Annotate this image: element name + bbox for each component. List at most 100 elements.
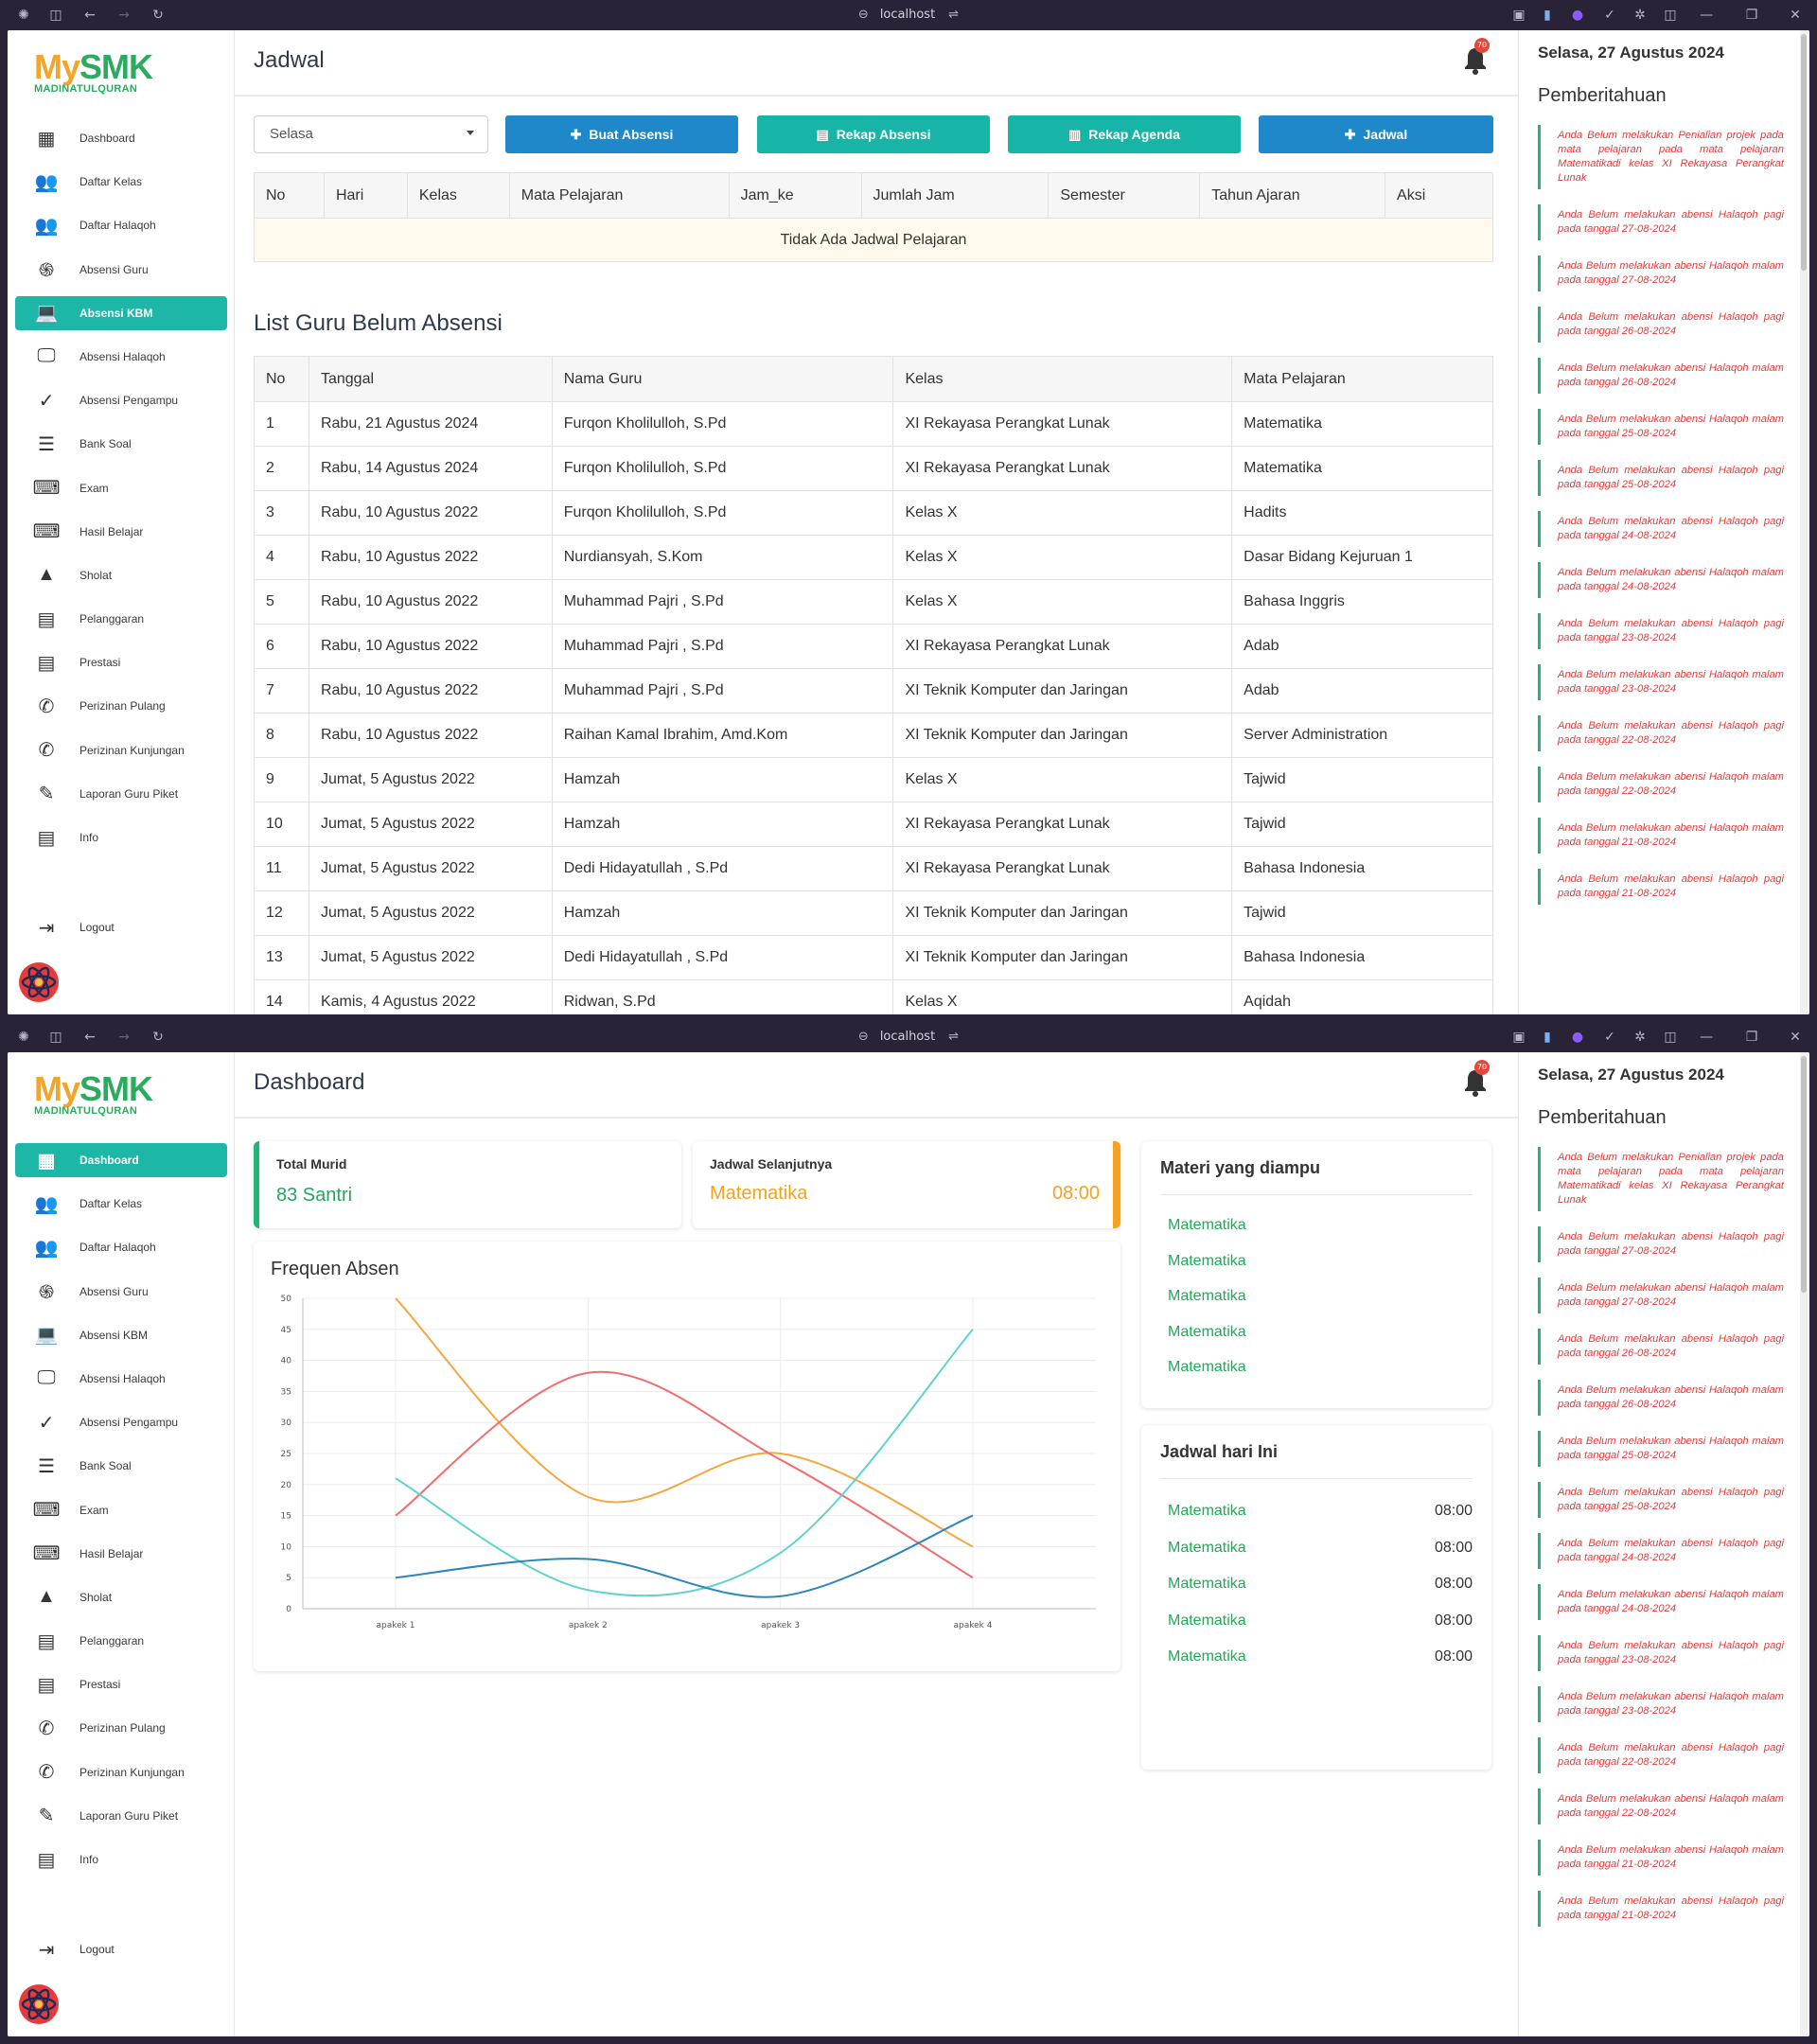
sidebar-item-dashboard[interactable]: ▦ Dashboard: [15, 121, 227, 155]
sidebar-item-exam[interactable]: ⌨ Exam: [15, 1493, 227, 1527]
materi-item[interactable]: Matematika: [1168, 1288, 1246, 1305]
app-logo[interactable]: MySMK MADINATULQURAN: [34, 1069, 153, 1117]
restore-icon[interactable]: ❐: [1743, 7, 1760, 24]
sidebar-item-hasil-belajar[interactable]: ⌨ Hasil Belajar: [15, 1537, 227, 1571]
sidebar-toggle-icon[interactable]: ◫: [47, 7, 64, 24]
notification-item[interactable]: Anda Belum melakukan abensi Halaqoh pagi…: [1538, 460, 1784, 496]
extension-icon[interactable]: ✲: [1632, 7, 1649, 24]
sidebar-item-absensi-halaqoh[interactable]: 🖵 Absensi Halaqoh: [15, 340, 227, 374]
sidebar-item-absensi-guru[interactable]: ֍ Absensi Guru: [15, 1275, 227, 1309]
restore-icon[interactable]: ❐: [1743, 1029, 1760, 1046]
minimize-icon[interactable]: —: [1698, 1029, 1715, 1046]
logout-button[interactable]: ⇥ Logout: [34, 1937, 115, 1962]
sidebar-item-pelanggaran[interactable]: ▤ Pelanggaran: [15, 1624, 227, 1658]
extension-icon[interactable]: ✓: [1601, 7, 1618, 24]
extension-icon[interactable]: ▣: [1510, 1029, 1527, 1046]
extension-icon[interactable]: ✲: [1632, 1029, 1649, 1046]
reload-icon[interactable]: ↻: [150, 7, 167, 24]
notification-item[interactable]: Anda Belum melakukan abensi Halaqoh mala…: [1538, 1584, 1784, 1620]
sidebar-item-sholat[interactable]: ▲ Sholat: [15, 558, 227, 592]
sidebar-item-laporan-guru-piket[interactable]: ✎ Laporan Guru Piket: [15, 1799, 227, 1833]
sidebar-item-perizinan-pulang[interactable]: ✆ Perizinan Pulang: [15, 1711, 227, 1745]
sidebar-item-perizinan-kunjungan[interactable]: ✆ Perizinan Kunjungan: [15, 733, 227, 767]
sidebar-item-pelanggaran[interactable]: ▤ Pelanggaran: [15, 602, 227, 636]
forward-icon[interactable]: →: [115, 7, 132, 24]
browser-menu-icon[interactable]: ✺: [15, 1029, 32, 1046]
notification-item[interactable]: Anda Belum melakukan abensi Halaqoh mala…: [1538, 409, 1784, 445]
notification-item[interactable]: Anda Belum melakukan abensi Halaqoh mala…: [1538, 1788, 1784, 1824]
sidebar-item-dashboard[interactable]: ▦ Dashboard: [15, 1143, 227, 1177]
split-view-icon[interactable]: ◫: [1662, 7, 1679, 24]
close-icon[interactable]: ✕: [1787, 7, 1804, 24]
sidebar-item-bank-soal[interactable]: ☰ Bank Soal: [15, 1449, 227, 1483]
extension-icon[interactable]: ▮: [1539, 1029, 1556, 1046]
sidebar-item-laporan-guru-piket[interactable]: ✎ Laporan Guru Piket: [15, 777, 227, 811]
sidebar-item-prestasi[interactable]: ▤ Prestasi: [15, 1667, 227, 1701]
reload-icon[interactable]: ↻: [150, 1029, 167, 1046]
browser-menu-icon[interactable]: ✺: [15, 7, 32, 24]
tune-icon[interactable]: ⇌: [948, 1028, 959, 1047]
extension-icon[interactable]: ●: [1569, 1029, 1586, 1046]
scrollbar-thumb[interactable]: [1801, 1056, 1807, 1293]
logout-button[interactable]: ⇥ Logout: [34, 915, 115, 940]
extension-icon[interactable]: ▮: [1539, 7, 1556, 24]
notification-item[interactable]: Anda Belum melakukan abensi Halaqoh pagi…: [1538, 1226, 1784, 1262]
app-logo[interactable]: MySMK MADINATULQURAN: [34, 47, 153, 95]
today-subject[interactable]: Matematika: [1168, 1612, 1246, 1630]
sidebar-item-perizinan-kunjungan[interactable]: ✆ Perizinan Kunjungan: [15, 1755, 227, 1789]
notification-item[interactable]: Anda Belum melakukan abensi Halaqoh mala…: [1538, 1380, 1784, 1416]
sidebar-item-info[interactable]: ▤ Info: [15, 1842, 227, 1877]
notification-item[interactable]: Anda Belum melakukan Penialian projek pa…: [1538, 1147, 1784, 1211]
sidebar-item-hasil-belajar[interactable]: ⌨ Hasil Belajar: [15, 515, 227, 549]
sidebar-item-sholat[interactable]: ▲ Sholat: [15, 1580, 227, 1614]
jadwal-button[interactable]: ✚ Jadwal: [1259, 115, 1493, 153]
back-icon[interactable]: ←: [81, 1029, 98, 1046]
sidebar-item-bank-soal[interactable]: ☰ Bank Soal: [15, 427, 227, 461]
sidebar-item-absensi-halaqoh[interactable]: 🖵 Absensi Halaqoh: [15, 1362, 227, 1396]
notification-item[interactable]: Anda Belum melakukan abensi Halaqoh mala…: [1538, 1278, 1784, 1313]
tune-icon[interactable]: ⇌: [948, 6, 959, 25]
materi-item[interactable]: Matematika: [1168, 1217, 1246, 1234]
sidebar-item-perizinan-pulang[interactable]: ✆ Perizinan Pulang: [15, 689, 227, 723]
notification-item[interactable]: Anda Belum melakukan abensi Halaqoh pagi…: [1538, 1891, 1784, 1927]
rekap-agenda-button[interactable]: ▥ Rekap Agenda: [1008, 115, 1241, 153]
address-bar[interactable]: ⊖ localhost ⇌: [814, 6, 1003, 25]
sidebar-item-absensi-kbm[interactable]: 💻 Absensi KBM: [15, 295, 227, 330]
buat-absensi-button[interactable]: ✚ Buat Absensi: [505, 115, 738, 153]
sidebar-item-absensi-kbm[interactable]: 💻 Absensi KBM: [15, 1318, 227, 1352]
forward-icon[interactable]: →: [115, 1029, 132, 1046]
materi-item[interactable]: Matematika: [1168, 1324, 1246, 1341]
materi-item[interactable]: Matematika: [1168, 1359, 1246, 1376]
notification-item[interactable]: Anda Belum melakukan abensi Halaqoh mala…: [1538, 766, 1784, 802]
sidebar-item-daftar-kelas[interactable]: 👥 Daftar Kelas: [15, 165, 227, 199]
sidebar-item-absensi-pengampu[interactable]: ✓ Absensi Pengampu: [15, 1405, 227, 1439]
extension-icon[interactable]: ●: [1569, 7, 1586, 24]
materi-item[interactable]: Matematika: [1168, 1253, 1246, 1270]
notification-item[interactable]: Anda Belum melakukan abensi Halaqoh mala…: [1538, 1840, 1784, 1876]
extension-icon[interactable]: ✓: [1601, 1029, 1618, 1046]
today-subject[interactable]: Matematika: [1168, 1540, 1246, 1557]
scrollbar-thumb[interactable]: [1801, 34, 1807, 271]
extension-icon[interactable]: ▣: [1510, 7, 1527, 24]
notification-item[interactable]: Anda Belum melakukan abensi Halaqoh pagi…: [1538, 1329, 1784, 1365]
back-icon[interactable]: ←: [81, 7, 98, 24]
today-subject[interactable]: Matematika: [1168, 1503, 1246, 1520]
notification-item[interactable]: Anda Belum melakukan abensi Halaqoh mala…: [1538, 256, 1784, 291]
notification-item[interactable]: Anda Belum melakukan abensi Halaqoh pagi…: [1538, 1737, 1784, 1773]
sidebar-item-prestasi[interactable]: ▤ Prestasi: [15, 645, 227, 679]
sidebar-item-info[interactable]: ▤ Info: [15, 820, 227, 855]
notification-item[interactable]: Anda Belum melakukan abensi Halaqoh pagi…: [1538, 1482, 1784, 1518]
notification-item[interactable]: Anda Belum melakukan abensi Halaqoh mala…: [1538, 664, 1784, 700]
notification-item[interactable]: Anda Belum melakukan abensi Halaqoh mala…: [1538, 818, 1784, 854]
notification-item[interactable]: Anda Belum melakukan abensi Halaqoh mala…: [1538, 1431, 1784, 1467]
notification-item[interactable]: Anda Belum melakukan abensi Halaqoh pagi…: [1538, 204, 1784, 240]
sidebar-item-daftar-halaqoh[interactable]: 👥 Daftar Halaqoh: [15, 208, 227, 242]
today-subject[interactable]: Matematika: [1168, 1576, 1246, 1593]
close-icon[interactable]: ✕: [1787, 1029, 1804, 1046]
notification-item[interactable]: Anda Belum melakukan abensi Halaqoh mala…: [1538, 562, 1784, 598]
notification-item[interactable]: Anda Belum melakukan abensi Halaqoh mala…: [1538, 1686, 1784, 1722]
minimize-icon[interactable]: —: [1698, 7, 1715, 24]
sidebar-item-absensi-pengampu[interactable]: ✓ Absensi Pengampu: [15, 383, 227, 417]
notification-item[interactable]: Anda Belum melakukan abensi Halaqoh pagi…: [1538, 511, 1784, 547]
notification-item[interactable]: Anda Belum melakukan abensi Halaqoh pagi…: [1538, 307, 1784, 343]
